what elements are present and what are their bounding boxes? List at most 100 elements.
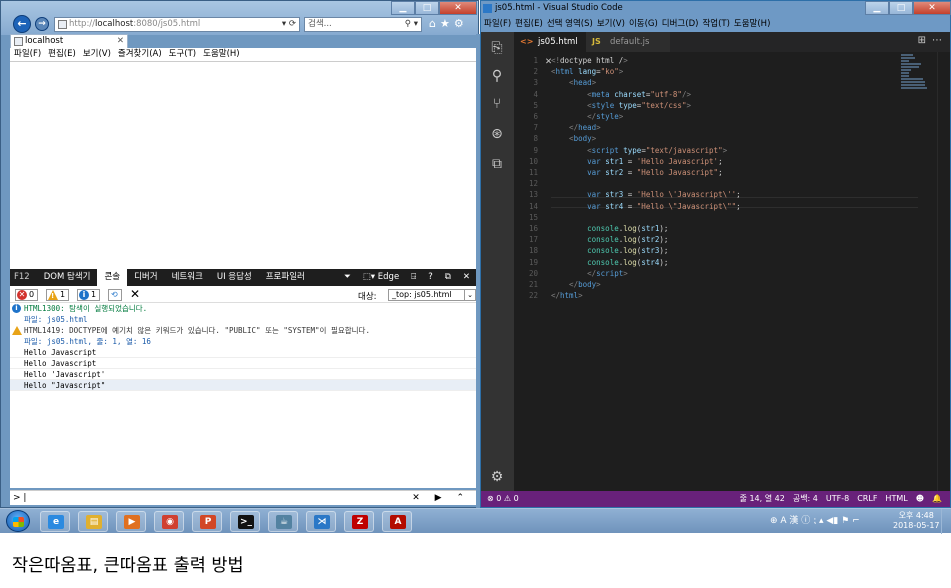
taskbar-media-player[interactable]: ▶ — [116, 511, 146, 532]
ie-tab-localhost[interactable]: localhost ✕ — [10, 34, 128, 48]
taskbar-acrobat[interactable]: A — [382, 511, 412, 532]
vscode-menu-item[interactable]: 보기(V) — [597, 17, 625, 32]
code-editor[interactable]: <!doctype html /> <html lang="ko"> <head>… — [551, 52, 901, 491]
explorer-icon[interactable]: ⎘ — [489, 40, 505, 56]
vscode-menu-item[interactable]: 작업(T) — [702, 17, 729, 32]
show-desktop-button[interactable] — [941, 509, 951, 534]
devtools-control-icon[interactable]: ? — [422, 269, 439, 286]
devtools-tab[interactable]: 콘솔 — [97, 269, 128, 286]
url-host: localhost — [95, 19, 134, 29]
clear-on-navigate-button[interactable]: ⟲ — [108, 289, 122, 301]
source-control-icon[interactable]: ⑂ — [489, 96, 505, 112]
code-line: console.log(str3); — [551, 245, 668, 256]
ie-menu-item[interactable]: 즐겨찾기(A) — [118, 48, 162, 61]
status-item[interactable]: 줄 14, 열 42 — [740, 491, 785, 507]
close-button[interactable]: ✕ — [913, 1, 951, 15]
ie-menu-item[interactable]: 도움말(H) — [203, 48, 239, 61]
taskbar-java[interactable]: ☕ — [268, 511, 298, 532]
ie-menu-item[interactable]: 편집(E) — [48, 48, 76, 61]
refresh-dropdown-icon[interactable]: ▾ ⟳ — [282, 18, 296, 31]
maximize-button[interactable]: □ — [889, 1, 913, 15]
editor-scrollbar[interactable] — [937, 52, 949, 491]
devtools-tab[interactable]: 네트워크 — [165, 269, 210, 286]
address-bar[interactable]: http://localhost:8080/js05.html ▾ ⟳ — [54, 17, 300, 32]
status-item[interactable]: UTF-8 — [826, 491, 849, 507]
debug-icon[interactable]: ⊛ — [489, 126, 505, 142]
search-box[interactable]: 검색... ⚲ ▾ — [304, 17, 422, 32]
settings-gear-icon[interactable]: ⚙ — [454, 17, 468, 30]
status-item[interactable]: CRLF — [857, 491, 877, 507]
code-token: 'Hello \'Javascript\'' — [636, 190, 737, 200]
ie-menu-item[interactable]: 도구(T) — [169, 48, 196, 61]
minimize-button[interactable]: ▁ — [391, 1, 415, 15]
taskbar-powerpoint[interactable]: P — [192, 511, 222, 532]
taskbar-ie[interactable]: e — [40, 511, 70, 532]
vscode-menu-item[interactable]: 도움말(H) — [734, 17, 770, 32]
taskbar-chrome[interactable]: ◉ — [154, 511, 184, 532]
code-token: > — [618, 112, 624, 121]
tab-title: localhost — [25, 36, 64, 46]
devtools-control-icon[interactable]: ⏷ — [338, 269, 357, 286]
line-number: 20 — [528, 268, 538, 278]
code-token: charset — [614, 89, 646, 99]
taskbar-explorer[interactable]: ▤ — [78, 511, 108, 532]
tab-close-icon[interactable]: ✕ — [117, 35, 124, 48]
devtools-control-icon[interactable]: ⧉ — [439, 269, 457, 286]
problems-status[interactable]: ⊗ 0 ⚠ 0 — [487, 491, 519, 507]
console-run-controls[interactable]: ✕ ▶ ⌃ — [412, 491, 470, 505]
clock[interactable]: 오후 4:48 2018-05-17 — [893, 511, 940, 531]
html-file-icon: <> — [520, 37, 534, 46]
system-tray[interactable]: ⊕ A 漢 ⓘ ⁏ ▴ ◀▮ ⚑ ⌐ — [770, 513, 860, 526]
info-count-badge[interactable]: i1 — [77, 289, 101, 301]
search-icon[interactable]: ⚲ ▾ — [405, 18, 418, 31]
split-editor-icon[interactable]: ⊞ — [918, 35, 926, 46]
tab-default-js[interactable]: JS default.js — [586, 32, 670, 52]
devtools-control-icon[interactable]: ✕ — [457, 269, 476, 286]
devtools-tab[interactable]: DOM 탐색기 — [37, 269, 98, 286]
vscode-menu-item[interactable]: 디버그(D) — [662, 17, 699, 32]
code-line: </script> — [551, 268, 628, 279]
error-count-badge[interactable]: ✕ 0 — [15, 289, 39, 301]
extensions-icon[interactable]: ⧉ — [489, 156, 505, 172]
minimize-button[interactable]: ▁ — [865, 1, 889, 15]
maximize-button[interactable]: □ — [415, 1, 439, 15]
devtools-control-icon[interactable]: ⍈ — [405, 269, 422, 286]
more-actions-icon[interactable]: ⋯ — [932, 35, 942, 46]
tab-label: default.js — [610, 37, 650, 47]
vscode-title-bar: js05.html - Visual Studio Code ▁ □ ✕ — [481, 1, 951, 17]
tab-js05-html[interactable]: <> js05.html ✕ — [514, 32, 586, 67]
taskbar-vscode[interactable]: ⋊ — [306, 511, 336, 532]
forward-button[interactable]: → — [35, 17, 49, 31]
status-item[interactable]: 공백: 4 — [793, 491, 818, 507]
status-item[interactable]: HTML — [885, 491, 907, 507]
vscode-menu-item[interactable]: 파일(F) — [484, 17, 511, 32]
status-item[interactable]: ☻ — [916, 491, 924, 507]
vscode-menu-item[interactable]: 편집(E) — [515, 17, 543, 32]
clear-console-icon[interactable]: ✕ — [130, 287, 140, 301]
devtools-tab[interactable]: 디버거 — [127, 269, 164, 286]
console-input[interactable]: > | ✕ ▶ ⌃ — [10, 490, 476, 505]
home-icon[interactable]: ⌂ — [429, 17, 440, 30]
code-token: </ — [551, 280, 579, 289]
favorites-star-icon[interactable]: ★ — [440, 17, 454, 30]
back-button[interactable]: ← — [13, 15, 31, 33]
devtools-control-icon[interactable]: ⬚▾ Edge — [357, 269, 405, 286]
manage-gear-icon[interactable]: ⚙ — [489, 469, 505, 485]
close-button[interactable]: ✕ — [439, 1, 477, 15]
warning-count-badge[interactable]: ! 1 — [46, 289, 70, 301]
devtools-tab[interactable]: UI 응답성 — [210, 269, 259, 286]
target-select[interactable]: _top: js05.html ⌄ — [388, 289, 476, 301]
taskbar-cmd[interactable]: >_ — [230, 511, 260, 532]
vscode-menu-item[interactable]: 이동(G) — [629, 17, 658, 32]
vscode-menu-item[interactable]: 선택 영역(S) — [547, 17, 593, 32]
start-button[interactable] — [6, 510, 30, 532]
status-item[interactable]: 🔔 — [932, 491, 942, 507]
ie-menu-item[interactable]: 보기(V) — [83, 48, 111, 61]
devtools-tab[interactable]: 프로파일러 — [259, 269, 312, 286]
taskbar-filezilla[interactable]: Z — [344, 511, 374, 532]
search-icon[interactable]: ⚲ — [489, 68, 505, 84]
minimap[interactable] — [901, 52, 931, 92]
ie-menu-item[interactable]: 파일(F) — [14, 48, 41, 61]
code-token: < — [551, 78, 574, 88]
console-text: HTML1419: DOCTYPE에 예기치 않은 키워드가 있습니다. "PU… — [24, 326, 370, 335]
